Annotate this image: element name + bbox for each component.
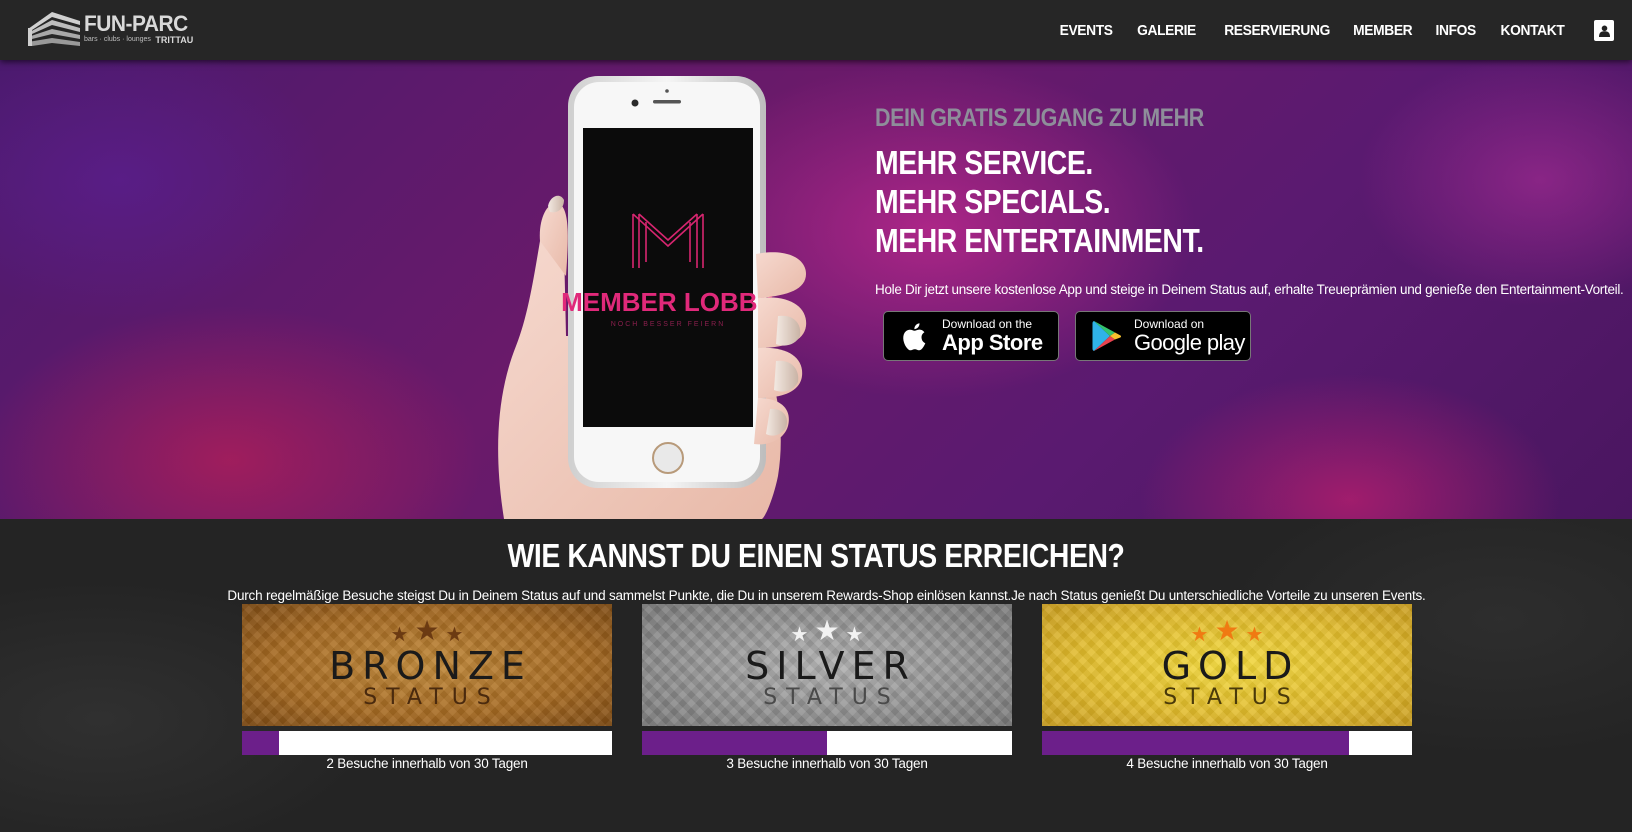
google-play-icon <box>1092 321 1122 351</box>
app-store-big-label: App Store <box>942 330 1043 355</box>
star-icon: ★ <box>845 624 864 646</box>
logo-title: FUN-PARC <box>84 11 188 36</box>
star-icon: ★ <box>1190 624 1209 646</box>
hand-holding-phone-illustration: MEMBER LOBBY NOCH BESSER FEIERN <box>498 76 807 519</box>
nav-item-kontakt[interactable]: KONTAKT <box>1500 22 1564 39</box>
logo-location: TRITTAU <box>155 35 194 45</box>
bronze-progress-fill <box>242 731 279 755</box>
bronze-tier-subtitle: STATUS <box>363 685 500 710</box>
headline-line-specials: MEHR SPECIALS. <box>875 183 1111 220</box>
gold-progress-bar <box>1042 731 1412 755</box>
star-icon: ★ <box>390 624 409 646</box>
silver-stars: ★ ★ ★ <box>790 615 864 646</box>
hero-description: Hole Dir jetzt unsere kostenlose App und… <box>875 282 1624 297</box>
app-store-small-label: Download on the <box>942 317 1033 331</box>
phone-in-hand-image: MEMBER LOBBY NOCH BESSER FEIERN <box>486 76 816 519</box>
fun-parc-logo[interactable]: FUN-PARC bars · clubs · lounges TRITTAU <box>26 9 193 49</box>
app-store-button[interactable]: Download on the App Store <box>883 311 1059 361</box>
main-navigation: EVENTS GALERIE RESERVIERUNG MEMBER INFOS… <box>1036 22 1565 39</box>
google-play-button[interactable]: Download on Google play <box>1075 311 1251 361</box>
status-card-silver: ★ ★ ★ SILVER STATUS 3 Besuche innerhalb … <box>642 604 1012 771</box>
star-icon: ★ <box>1214 615 1240 646</box>
star-icon: ★ <box>814 615 840 646</box>
apple-icon <box>903 323 926 351</box>
star-icon: ★ <box>790 624 809 646</box>
hero-section: MEMBER LOBBY NOCH BESSER FEIERN DEIN GRA… <box>0 60 1632 519</box>
gold-stars: ★ ★ ★ <box>1190 615 1264 646</box>
headline-line-service: MEHR SERVICE. <box>875 144 1093 181</box>
user-account-button[interactable] <box>1594 20 1614 41</box>
silver-status-banner: ★ ★ ★ SILVER STATUS <box>642 604 1012 726</box>
status-card-bronze: ★ ★ ★ BRONZE STATUS 2 Besuche innerhalb … <box>242 604 612 771</box>
bronze-requirement-label: 2 Besuche innerhalb von 30 Tagen <box>326 756 528 771</box>
bronze-stars: ★ ★ ★ <box>390 615 464 646</box>
status-tier-cards: ★ ★ ★ BRONZE STATUS 2 Besuche innerhalb … <box>242 604 1412 771</box>
nav-item-infos[interactable]: INFOS <box>1435 22 1476 39</box>
phone-app-title: MEMBER LOBBY <box>561 287 775 317</box>
nav-item-events[interactable]: EVENTS <box>1060 22 1113 39</box>
bronze-status-banner: ★ ★ ★ BRONZE STATUS <box>242 604 612 726</box>
logo-mark-icon <box>28 12 80 46</box>
top-navigation-bar: FUN-PARC bars · clubs · lounges TRITTAU … <box>0 0 1632 60</box>
app-store-buttons: Download on the App Store Download on Go… <box>883 311 1632 361</box>
gold-progress-fill <box>1042 731 1350 755</box>
hero-headline: MEHR SERVICE. MEHR SPECIALS. MEHR ENTERT… <box>875 143 1526 260</box>
nav-item-member[interactable]: MEMBER <box>1354 22 1413 39</box>
hero-kicker: DEIN GRATIS ZUGANG ZU MEHR <box>875 104 1204 132</box>
google-play-big-label: Google play <box>1134 330 1245 355</box>
status-section-title: WIE KANNST DU EINEN STATUS ERREICHEN? <box>507 537 1125 574</box>
silver-progress-fill <box>642 731 827 755</box>
silver-tier-subtitle: STATUS <box>763 685 900 710</box>
google-play-small-label: Download on <box>1134 317 1205 331</box>
user-icon <box>1598 25 1610 37</box>
star-icon: ★ <box>445 624 464 646</box>
gold-requirement-label: 4 Besuche innerhalb von 30 Tagen <box>1126 756 1328 771</box>
silver-requirement-label: 3 Besuche innerhalb von 30 Tagen <box>726 756 928 771</box>
nav-item-reservierung[interactable]: RESERVIERUNG <box>1224 22 1330 39</box>
headline-line-entertainment: MEHR ENTERTAINMENT. <box>875 222 1204 259</box>
gold-tier-subtitle: STATUS <box>1163 685 1300 710</box>
bronze-tier-name: BRONZE <box>329 644 532 688</box>
star-icon: ★ <box>414 615 440 646</box>
status-section: WIE KANNST DU EINEN STATUS ERREICHEN? Du… <box>0 519 1632 832</box>
gold-status-banner: ★ ★ ★ GOLD STATUS <box>1042 604 1412 726</box>
hero-text-block: DEIN GRATIS ZUGANG ZU MEHR MEHR SERVICE.… <box>875 104 1632 361</box>
gold-tier-name: GOLD <box>1161 644 1300 688</box>
logo-tagline: bars · clubs · lounges <box>84 36 151 43</box>
silver-progress-bar <box>642 731 1012 755</box>
nav-item-galerie[interactable]: GALERIE <box>1137 22 1196 39</box>
status-section-description: Durch regelmäßige Besuche steigst Du in … <box>227 588 1426 603</box>
phone-app-subtitle: NOCH BESSER FEIERN <box>611 321 726 328</box>
star-icon: ★ <box>1245 624 1264 646</box>
silver-tier-name: SILVER <box>745 644 916 688</box>
bronze-progress-bar <box>242 731 612 755</box>
status-card-gold: ★ ★ ★ GOLD STATUS 4 Besuche innerhalb vo… <box>1042 604 1412 771</box>
